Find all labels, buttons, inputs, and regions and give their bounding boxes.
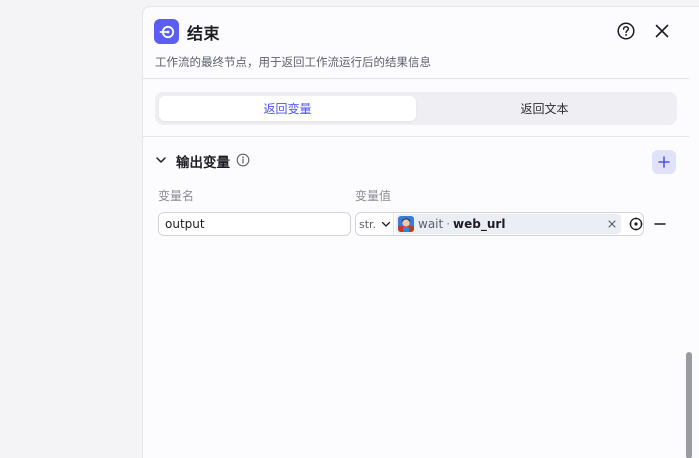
tab-return-text[interactable]: 返回文本	[416, 96, 673, 121]
variable-name-input[interactable]	[158, 212, 351, 236]
scrollbar-thumb[interactable]	[686, 352, 692, 458]
tab-return-variables[interactable]: 返回变量	[159, 96, 416, 121]
page-title: 结束	[187, 24, 221, 43]
node-description: 工作流的最终节点，用于返回工作流运行后的结果信息	[155, 55, 431, 69]
column-label-value: 变量值	[355, 189, 392, 203]
chevron-down-icon	[381, 221, 391, 227]
type-select-label: str.	[359, 217, 377, 231]
end-node-icon	[154, 19, 179, 44]
chevron-down-icon[interactable]	[155, 154, 167, 166]
clear-icon[interactable]	[607, 219, 617, 229]
reference-node-name: wait	[418, 217, 444, 231]
section-divider	[143, 136, 689, 137]
plus-icon	[658, 156, 670, 168]
remove-variable-button[interactable]	[653, 217, 667, 231]
reference-variable-name: web_url	[453, 217, 506, 231]
help-circle-icon[interactable]	[617, 22, 635, 40]
column-label-name: 变量名	[158, 189, 195, 203]
node-avatar-icon	[398, 216, 414, 232]
close-icon[interactable]	[654, 23, 670, 39]
section-title: 输出变量	[176, 155, 230, 171]
info-icon[interactable]	[236, 153, 250, 167]
reference-separator: ·	[446, 217, 451, 231]
add-variable-button[interactable]	[652, 150, 676, 174]
type-select[interactable]: str.	[356, 213, 394, 235]
variable-value-field: str. wait · web_url	[355, 212, 644, 236]
return-mode-tabs: 返回变量 返回文本	[155, 92, 677, 125]
end-node-panel: 结束 工作流的最终节点，用于返回工作流运行后的结果信息 返回变量 返回文本 输出…	[142, 6, 699, 458]
panel-header: 结束 工作流的最终节点，用于返回工作流运行后的结果信息	[143, 7, 689, 79]
minus-icon	[654, 223, 666, 225]
variable-picker-icon[interactable]	[629, 217, 643, 231]
variable-reference-tag[interactable]: wait · web_url	[396, 214, 621, 234]
